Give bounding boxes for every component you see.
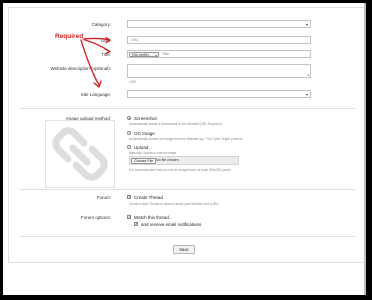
red-arrow-icon bbox=[80, 36, 111, 88]
page: Category: URL: URL Title: (No prefix) Ti… bbox=[3, 3, 366, 295]
